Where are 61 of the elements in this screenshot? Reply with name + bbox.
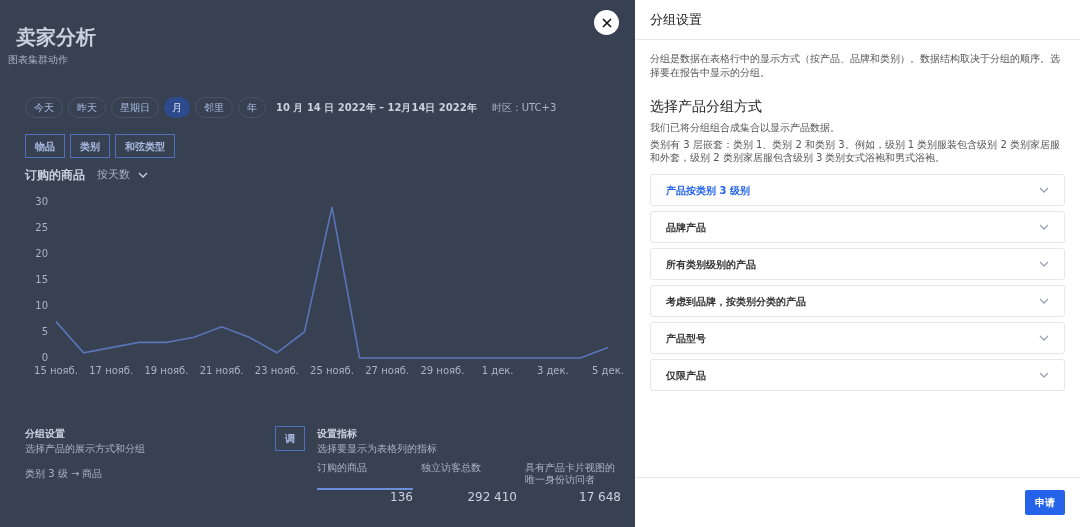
x-tick-label: 3 дек. (536, 365, 569, 376)
x-tick-label: 1 дек. (481, 365, 514, 376)
y-tick-label: 30 (35, 196, 48, 207)
grouping-option[interactable]: 所有类别级别的产品 (650, 248, 1065, 280)
column-header[interactable]: 具有产品卡片视图的唯一身份访问者 (525, 462, 621, 490)
section-hint: 选择要显示为表格列的指标 (317, 442, 438, 456)
grouping-option[interactable]: 产品型号 (650, 322, 1065, 354)
x-tick-label: 19 нояб. (144, 365, 189, 376)
close-button[interactable] (594, 10, 619, 35)
x-tick-label: 5 дек. (592, 365, 624, 376)
date-range: 10 月 14 日 2022年 – 12月14日 2022年 (276, 101, 477, 115)
apply-button[interactable]: 申请 (1025, 490, 1065, 515)
x-tick-label: 21 нояб. (199, 365, 244, 376)
section-detail: 类别有 3 层嵌套：类别 1、类别 2 和类别 3。例如，级别 1 类别服装包含级别 2 类别家居服和外套，级别 2 类别家居服包含级别 3 类别女式浴袍和男式浴袍。 (650, 138, 1061, 164)
y-tick-label: 5 (41, 326, 48, 337)
y-tick-label: 10 (35, 300, 48, 311)
grouping-path: 类别 3 级 → 商品 (25, 467, 104, 481)
section-title: 设置指标 (317, 427, 358, 441)
page-subtitle: 图表集群动作 (8, 53, 68, 67)
close-icon (601, 17, 612, 28)
chevron-down-icon (1039, 224, 1049, 230)
view-tab[interactable]: 和弦类型 (115, 134, 175, 158)
metric-value: 17 648 (578, 490, 621, 504)
adjust-button[interactable]: 调 (275, 426, 305, 451)
chart-title: 订购的商品 (25, 167, 85, 184)
grouping-dropdown[interactable]: 按天数 (97, 166, 148, 184)
drawer-title: 分组设置 (650, 10, 702, 29)
drawer-description: 分组是数据在表格行中的显示方式（按产品、品牌和类别）。数据结构取决于分组的顺序。选择要在报告中显示的分组。 (650, 52, 1061, 80)
chevron-down-icon (1039, 298, 1049, 304)
x-tick-label: 25 нояб. (310, 365, 354, 376)
x-tick-label: 29 нояб. (420, 365, 465, 376)
section-title: 分组设置 (25, 427, 66, 441)
x-tick-label: 17 нояб. (89, 365, 134, 376)
y-tick-label: 0 (41, 352, 48, 363)
column-header[interactable]: 独立访客总数 (421, 462, 517, 490)
chevron-down-icon (1039, 372, 1049, 378)
column-header[interactable]: 订购的商品 (317, 462, 413, 490)
y-tick-label: 20 (35, 248, 48, 259)
y-tick-label: 15 (35, 274, 48, 285)
chevron-down-icon (1039, 187, 1049, 193)
x-tick-label: 15 нояб. (34, 365, 78, 376)
view-tab[interactable]: 类别 (70, 134, 110, 158)
timezone-label: 时区：UTC+3 (491, 101, 557, 115)
grouping-option[interactable]: 产品按类别 3 级别 (650, 174, 1065, 206)
chevron-down-icon (1039, 335, 1049, 341)
grouping-option[interactable]: 考虑到品牌，按类别分类的产品 (650, 285, 1065, 317)
chevron-down-icon (138, 172, 148, 178)
page-title: 卖家分析 (16, 24, 96, 51)
y-tick-label: 25 (35, 222, 48, 233)
x-tick-label: 27 нояб. (365, 365, 410, 376)
chevron-down-icon (1039, 261, 1049, 267)
section-note: 我们已将分组组合成集合以显示产品数据。 (650, 121, 841, 135)
section-heading: 选择产品分组方式 (650, 97, 763, 116)
view-tab[interactable]: 物品 (25, 134, 65, 158)
section-hint: 选择产品的展示方式和分组 (25, 442, 145, 456)
x-tick-label: 23 нояб. (254, 365, 299, 376)
grouping-option[interactable]: 仅限产品 (650, 359, 1065, 391)
metric-value: 292 410 (466, 490, 517, 504)
metric-value: 136 (389, 490, 413, 504)
grouping-option[interactable]: 品牌产品 (650, 211, 1065, 243)
period-tab[interactable]: 月 (164, 97, 190, 118)
